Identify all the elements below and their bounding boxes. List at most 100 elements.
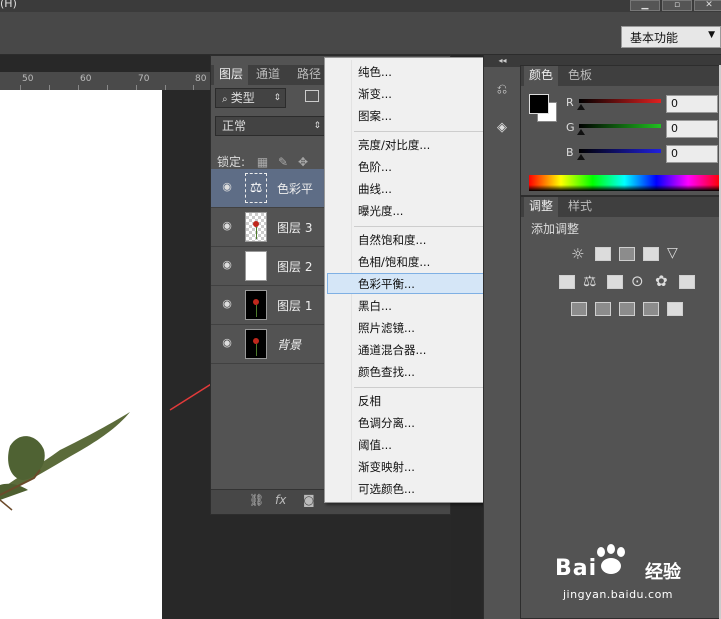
menu-item[interactable]: 阈值... (358, 435, 392, 455)
menu-item[interactable]: 可选颜色... (358, 479, 415, 499)
layer-row[interactable]: ◉ 图层 1 (211, 286, 327, 325)
exposure-icon[interactable] (643, 247, 659, 261)
b-value-field[interactable]: 0 (666, 145, 718, 163)
layer-filter-select[interactable]: ⌕ 类型 ⇕ (215, 88, 286, 108)
invert-icon[interactable] (571, 302, 587, 316)
eye-icon[interactable]: ◉ (219, 219, 235, 233)
lock-transparent-icon[interactable]: ▦ (257, 155, 268, 169)
r-value-field[interactable]: 0 (666, 95, 718, 113)
b-slider-handle[interactable] (577, 154, 585, 160)
filter-kind-label: 类型 (230, 91, 255, 105)
minimize-button[interactable]: ▁ (630, 0, 660, 11)
color-spectrum-bar[interactable] (529, 175, 720, 191)
menu-item[interactable]: 颜色查找... (358, 362, 415, 382)
menu-item[interactable]: 色相/饱和度... (358, 252, 430, 272)
gradient-map-icon[interactable] (643, 302, 659, 316)
g-value-field[interactable]: 0 (666, 120, 718, 138)
selective-color-icon[interactable] (667, 302, 683, 316)
color-lookup-icon[interactable] (679, 275, 695, 289)
collapse-icon[interactable]: ◂◂ (484, 55, 521, 67)
menu-help-fragment[interactable]: (H) (0, 0, 17, 10)
adjustments-panel-tabs: 调整 样式 (521, 197, 720, 217)
photo-filter-icon[interactable]: ⊙ (631, 272, 644, 290)
vibrance-icon[interactable]: ▽ (667, 245, 678, 261)
eye-icon[interactable]: ◉ (219, 258, 235, 272)
lock-brush-icon[interactable]: ✎ (278, 155, 288, 169)
restore-button[interactable]: ▫ (662, 0, 692, 11)
layer-thumbnail (245, 212, 267, 242)
chevron-down-icon: ▼ (708, 30, 715, 40)
chevron-updown-icon: ⇕ (273, 93, 281, 103)
layer-name: 背景 (277, 338, 302, 352)
history-icon[interactable]: ⎌ (493, 81, 511, 99)
cube-icon[interactable]: ◈ (493, 119, 511, 137)
menu-item[interactable]: 自然饱和度... (358, 230, 426, 250)
tab-swatches[interactable]: 色板 (563, 66, 597, 86)
menu-item[interactable]: 渐变映射... (358, 457, 415, 477)
layer-row[interactable]: ◉ 图层 2 (211, 247, 327, 286)
options-bar: 基本功能 ▼ (0, 12, 721, 55)
curves-icon[interactable] (619, 247, 635, 261)
g-slider-track[interactable] (579, 124, 661, 128)
workspace-switcher[interactable]: 基本功能 ▼ (621, 26, 721, 48)
blend-mode-select[interactable]: 正常 ⇕ (215, 116, 326, 136)
layer-row[interactable]: ◉ 背景 (211, 325, 327, 364)
eye-icon[interactable]: ◉ (219, 297, 235, 311)
eye-icon[interactable]: ◉ (219, 336, 235, 350)
r-slider-track[interactable] (579, 99, 661, 103)
ruler-tick: 60 (80, 74, 92, 84)
mask-icon[interactable]: ◙ (303, 493, 315, 507)
menu-item[interactable]: 通道混合器... (358, 340, 426, 360)
tab-channels[interactable]: 通道 (251, 65, 285, 85)
tab-styles[interactable]: 样式 (563, 197, 597, 217)
threshold-icon[interactable] (619, 302, 635, 316)
b-slider-track[interactable] (579, 149, 661, 153)
leaf-artwork (0, 412, 130, 511)
tab-layers[interactable]: 图层 (214, 65, 249, 85)
menu-item-color-balance[interactable]: 色彩平衡... (358, 274, 415, 294)
tab-adjustments[interactable]: 调整 (524, 197, 559, 217)
tab-paths[interactable]: 路径 (292, 65, 326, 85)
r-slider-handle[interactable] (577, 104, 585, 110)
watermark-url: jingyan.baidu.com (563, 588, 674, 601)
menu-item[interactable]: 曝光度... (358, 201, 403, 221)
posterize-icon[interactable] (595, 302, 611, 316)
menu-item[interactable]: 反相 (358, 391, 381, 411)
watermark-brand-suffix: 经验 (645, 562, 681, 583)
menu-item[interactable]: 纯色... (358, 62, 392, 82)
brightness-icon[interactable]: ☼ (571, 245, 584, 263)
lock-label: 锁定: (217, 155, 246, 169)
channel-mixer-icon[interactable]: ✿ (655, 272, 668, 290)
eye-icon[interactable]: ◉ (219, 180, 235, 194)
hue-saturation-icon[interactable] (559, 275, 575, 289)
ruler-tick: 50 (22, 74, 34, 84)
fx-icon[interactable]: fx (275, 493, 286, 507)
link-icon[interactable]: ⛓ (249, 493, 264, 507)
document-canvas[interactable] (0, 90, 162, 619)
menu-item[interactable]: 曲线... (358, 179, 392, 199)
lock-move-icon[interactable]: ✥ (298, 155, 308, 169)
g-slider-handle[interactable] (577, 129, 585, 135)
black-white-icon[interactable] (607, 275, 623, 289)
layer-row[interactable]: ◉ 图层 3 (211, 208, 327, 247)
ruler-tick: 70 (138, 74, 150, 84)
menu-item[interactable]: 色调分离... (358, 413, 415, 433)
menu-item[interactable]: 色阶... (358, 157, 392, 177)
balance-icon: ⚖ (245, 173, 267, 203)
menu-item[interactable]: 照片滤镜... (358, 318, 415, 338)
image-filter-icon[interactable] (305, 90, 319, 102)
tab-color[interactable]: 颜色 (524, 66, 559, 86)
menu-item[interactable]: 黑白... (358, 296, 392, 316)
menu-item[interactable]: 图案... (358, 106, 392, 126)
layer-row-color-balance[interactable]: ◉ ⚖ 色彩平 (211, 169, 327, 208)
add-adjustment-label: 添加调整 (531, 222, 580, 236)
levels-icon[interactable] (595, 247, 611, 261)
foreground-color-swatch[interactable] (529, 94, 549, 114)
new-adjustment-layer-menu: 纯色... 渐变... 图案... 亮度/对比度... 色阶... 曲线... … (324, 57, 487, 503)
ruler-tick: 80 (195, 74, 207, 84)
close-button[interactable]: ✕ (694, 0, 721, 11)
color-balance-icon[interactable]: ⚖ (583, 272, 596, 290)
layer-thumbnail (245, 290, 267, 320)
menu-item[interactable]: 渐变... (358, 84, 392, 104)
menu-item[interactable]: 亮度/对比度... (358, 135, 430, 155)
